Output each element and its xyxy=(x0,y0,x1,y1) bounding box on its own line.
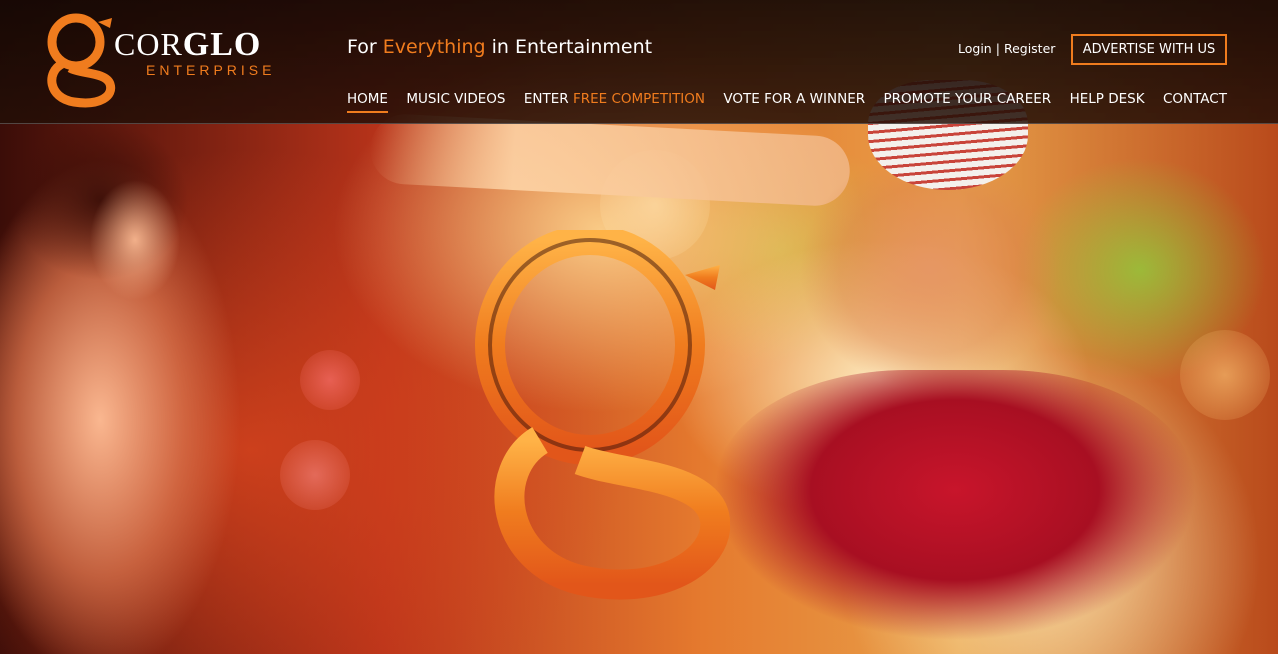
account-links: Login | Register xyxy=(958,41,1055,56)
dancer-right-arm xyxy=(368,112,852,208)
brand-logo[interactable]: CorGlo ENTERPRISE xyxy=(44,12,304,112)
nav-item-music-videos[interactable]: MUSIC VIDEOS xyxy=(406,91,505,113)
nav-item-free-competition[interactable]: ENTER FREE COMPETITION xyxy=(524,91,705,113)
site-header: CorGlo ENTERPRISE For Everything in Ente… xyxy=(0,0,1278,124)
brand-name-bold: Glo xyxy=(182,26,262,63)
nav-item-contact[interactable]: CONTACT xyxy=(1163,91,1227,113)
brand-name: CorGlo xyxy=(114,26,261,64)
nav-item-vote[interactable]: VOTE FOR A WINNER xyxy=(723,91,865,113)
hero-g-logo-icon xyxy=(475,230,730,600)
register-link[interactable]: Register xyxy=(1004,41,1055,56)
brand-name-light: Cor xyxy=(114,26,183,62)
g-logo-icon xyxy=(47,13,116,108)
advertise-button[interactable]: ADVERTISE WITH US xyxy=(1071,34,1227,65)
account-separator: | xyxy=(995,41,1000,56)
tagline: For Everything in Entertainment xyxy=(347,36,652,58)
nav-enter-prefix: ENTER xyxy=(523,91,573,107)
tagline-after: in Entertainment xyxy=(485,36,653,58)
main-nav: HOME MUSIC VIDEOS ENTER FREE COMPETITION… xyxy=(347,91,1227,113)
tagline-highlight: Everything xyxy=(382,36,486,58)
login-link[interactable]: Login xyxy=(958,41,992,56)
nav-item-promote[interactable]: PROMOTE YOUR CAREER xyxy=(884,91,1052,113)
dancer-left-face xyxy=(90,180,180,300)
bokeh-light xyxy=(280,440,350,510)
brand-subtitle: ENTERPRISE xyxy=(146,62,276,78)
bokeh-light xyxy=(300,350,360,410)
nav-item-help-desk[interactable]: HELP DESK xyxy=(1070,91,1145,113)
nav-enter-highlight: FREE COMPETITION xyxy=(572,91,706,107)
tagline-before: For xyxy=(347,36,383,58)
bokeh-light xyxy=(1180,330,1270,420)
dancer-right-pants xyxy=(715,370,1195,654)
nav-item-home[interactable]: HOME xyxy=(347,91,388,113)
